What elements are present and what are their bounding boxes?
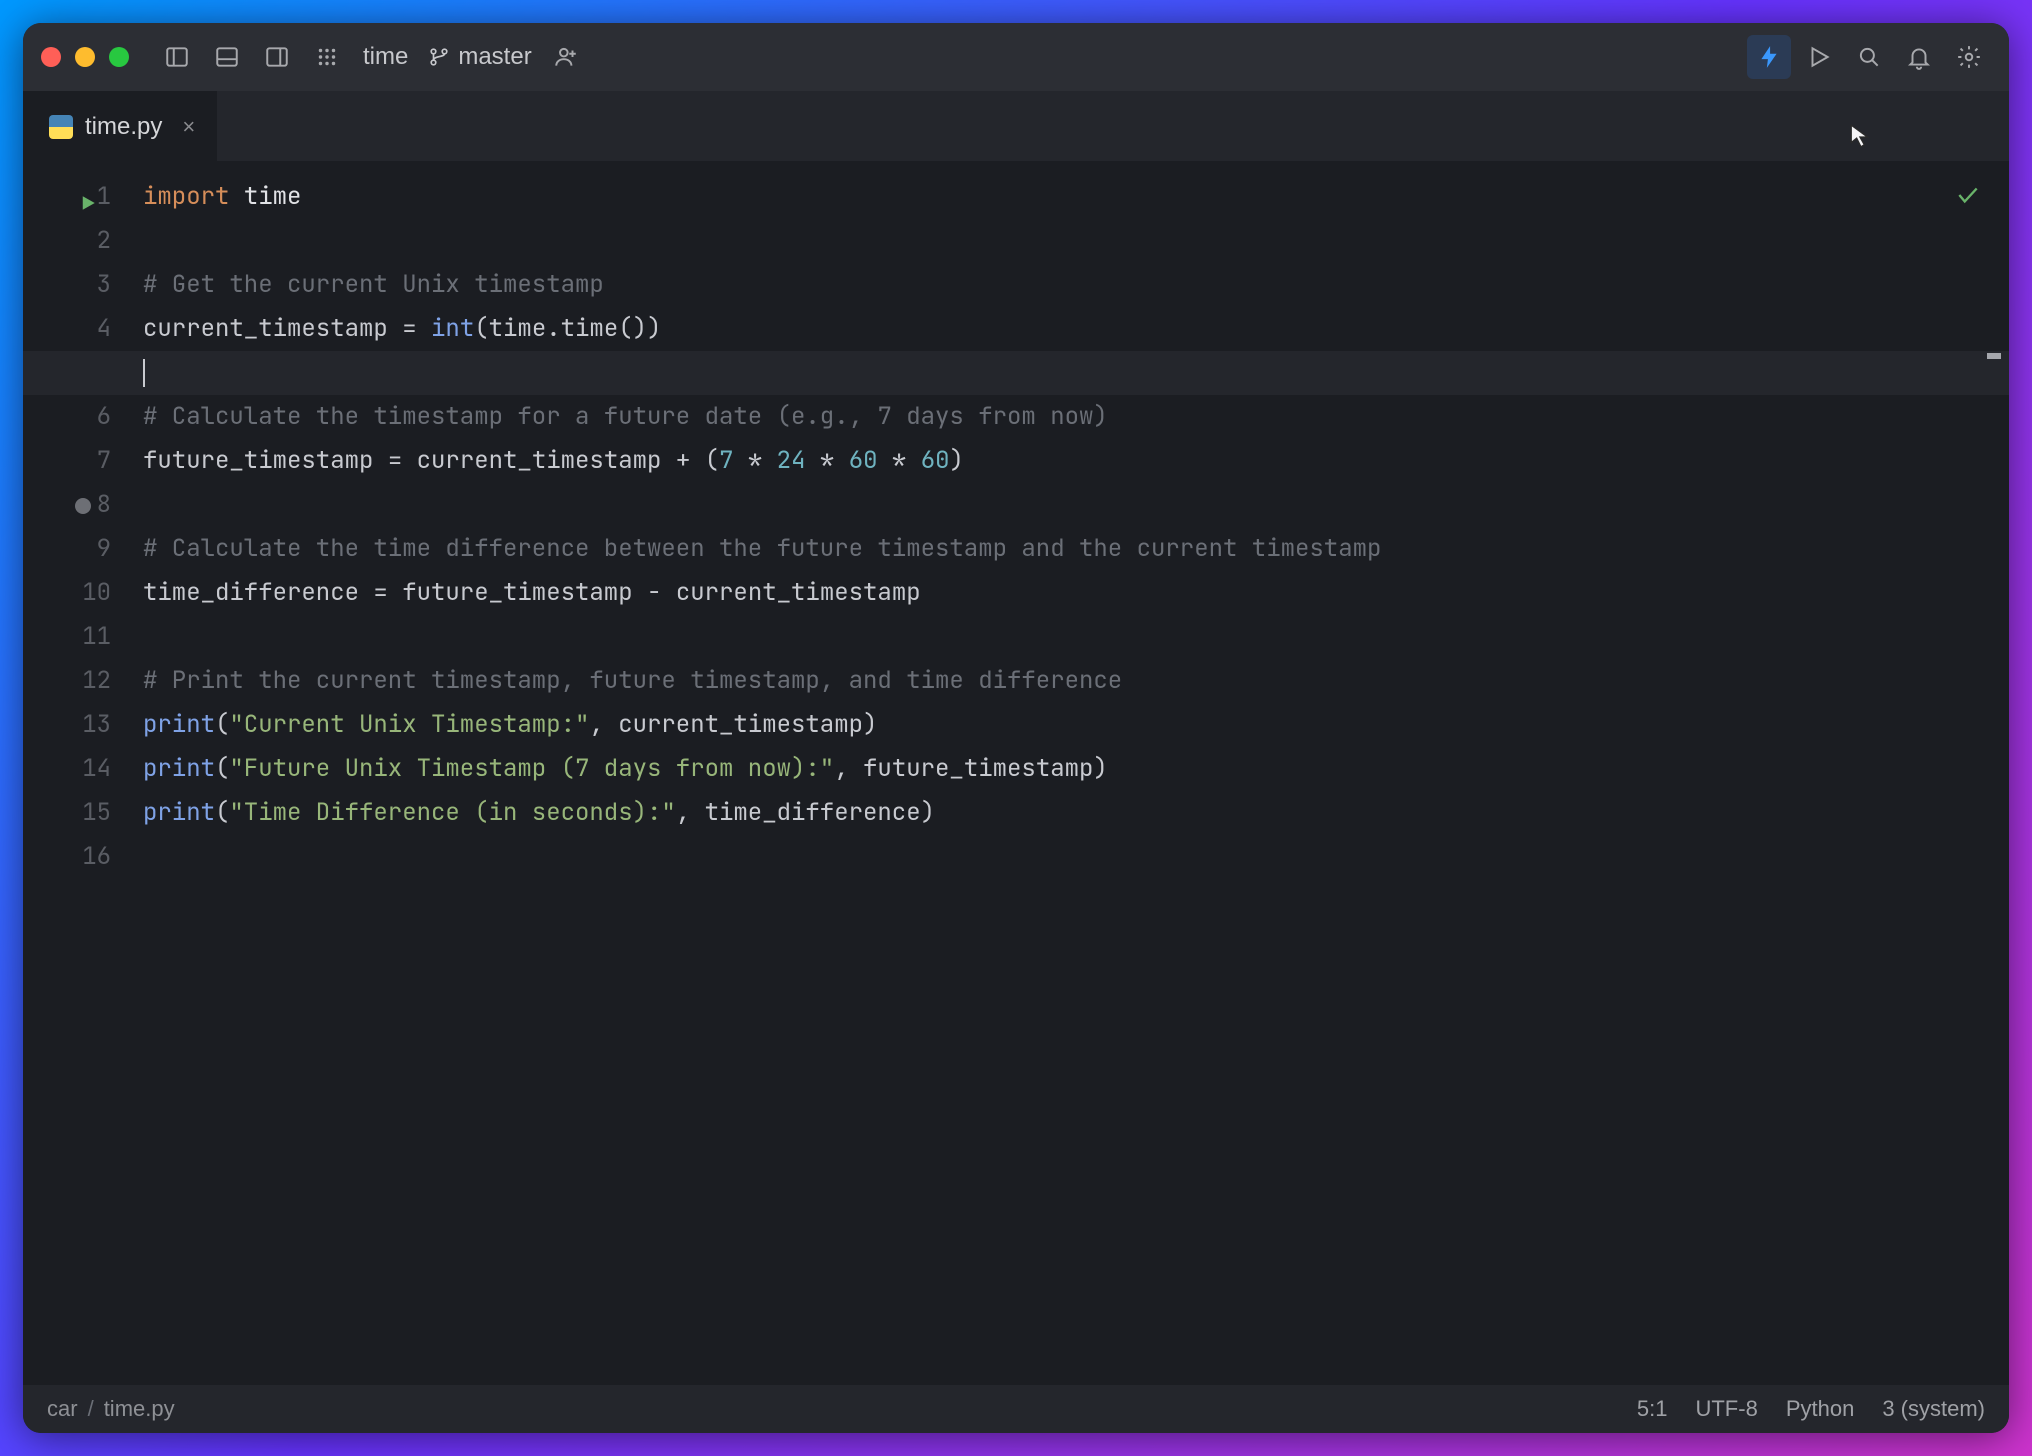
- gutter[interactable]: 12345678910111213141516: [23, 161, 131, 1385]
- file-language[interactable]: Python: [1786, 1396, 1855, 1422]
- window-close-button[interactable]: [41, 47, 61, 67]
- gutter-line[interactable]: 3: [23, 263, 111, 307]
- window-minimize-button[interactable]: [75, 47, 95, 67]
- panel-bottom-icon[interactable]: [205, 35, 249, 79]
- window-maximize-button[interactable]: [109, 47, 129, 67]
- branch-icon: [428, 46, 450, 68]
- grid-icon[interactable]: [305, 35, 349, 79]
- minimap-cursor-marker: [1987, 353, 2001, 359]
- text-caret: [143, 359, 145, 387]
- tabbar: time.py ×: [23, 91, 2009, 161]
- titlebar-right-icons: [1747, 35, 1991, 79]
- panel-right-icon[interactable]: [255, 35, 299, 79]
- titlebar: time master: [23, 23, 2009, 91]
- code-line[interactable]: [143, 615, 2009, 659]
- code-line[interactable]: [143, 835, 2009, 879]
- run-icon[interactable]: [1797, 35, 1841, 79]
- code-line[interactable]: print("Time Difference (in seconds):", t…: [143, 791, 2009, 835]
- breadcrumb-root: car: [47, 1396, 78, 1422]
- gutter-line[interactable]: 10: [23, 571, 111, 615]
- breadcrumb-separator: /: [88, 1396, 94, 1422]
- search-icon[interactable]: [1847, 35, 1891, 79]
- main-window: time master: [23, 23, 2009, 1433]
- gutter-line[interactable]: 1: [23, 175, 111, 219]
- code-line[interactable]: [23, 351, 2009, 395]
- branch-name: master: [458, 43, 531, 71]
- file-encoding[interactable]: UTF-8: [1695, 1396, 1757, 1422]
- traffic-lights: [41, 47, 129, 67]
- gutter-line[interactable]: 8: [23, 483, 111, 527]
- code-line[interactable]: # Calculate the time difference between …: [143, 527, 2009, 571]
- statusbar-right: 5:1 UTF-8 Python 3 (system): [1637, 1396, 1985, 1422]
- notifications-icon[interactable]: [1897, 35, 1941, 79]
- breadcrumb[interactable]: car / time.py: [47, 1396, 175, 1422]
- project-name[interactable]: time: [363, 43, 408, 71]
- gutter-line[interactable]: 11: [23, 615, 111, 659]
- vcs-branch[interactable]: master: [428, 43, 531, 71]
- gutter-line[interactable]: 15: [23, 791, 111, 835]
- code-line[interactable]: print("Current Unix Timestamp:", current…: [143, 703, 2009, 747]
- gutter-line[interactable]: 6: [23, 395, 111, 439]
- code-line[interactable]: # Calculate the timestamp for a future d…: [143, 395, 2009, 439]
- add-person-icon[interactable]: [544, 35, 588, 79]
- tab-close-button[interactable]: ×: [174, 110, 203, 144]
- code-line[interactable]: import time: [143, 175, 2009, 219]
- python-file-icon: [49, 115, 73, 139]
- code-area[interactable]: import time # Get the current Unix timest…: [131, 161, 2009, 1385]
- gutter-line[interactable]: 12: [23, 659, 111, 703]
- interpreter[interactable]: 3 (system): [1882, 1396, 1985, 1422]
- settings-icon[interactable]: [1947, 35, 1991, 79]
- editor[interactable]: 12345678910111213141516 import time# Get…: [23, 161, 2009, 1385]
- code-line[interactable]: future_timestamp = current_timestamp + (…: [143, 439, 2009, 483]
- gutter-line[interactable]: 4: [23, 307, 111, 351]
- code-line[interactable]: time_difference = future_timestamp - cur…: [143, 571, 2009, 615]
- code-line[interactable]: [143, 483, 2009, 527]
- titlebar-left-icons: [155, 35, 349, 79]
- code-line[interactable]: print("Future Unix Timestamp (7 days fro…: [143, 747, 2009, 791]
- gutter-line[interactable]: 2: [23, 219, 111, 263]
- breadcrumb-file: time.py: [104, 1396, 175, 1422]
- gutter-line[interactable]: 7: [23, 439, 111, 483]
- code-line[interactable]: [143, 219, 2009, 263]
- tab-filename: time.py: [85, 113, 162, 141]
- gutter-line[interactable]: 16: [23, 835, 111, 879]
- statusbar: car / time.py 5:1 UTF-8 Python 3 (system…: [23, 1385, 2009, 1433]
- panel-left-icon[interactable]: [155, 35, 199, 79]
- breakpoint-gutter-icon[interactable]: [75, 498, 91, 514]
- cursor-position[interactable]: 5:1: [1637, 1396, 1668, 1422]
- gutter-line[interactable]: 9: [23, 527, 111, 571]
- tab-time-py[interactable]: time.py ×: [23, 91, 217, 161]
- gutter-line[interactable]: 14: [23, 747, 111, 791]
- code-line[interactable]: current_timestamp = int(time.time()): [143, 307, 2009, 351]
- code-line[interactable]: # Get the current Unix timestamp: [143, 263, 2009, 307]
- ai-assistant-icon[interactable]: [1747, 35, 1791, 79]
- code-line[interactable]: # Print the current timestamp, future ti…: [143, 659, 2009, 703]
- inspection-check-icon[interactable]: [1955, 179, 1981, 223]
- gutter-line[interactable]: 13: [23, 703, 111, 747]
